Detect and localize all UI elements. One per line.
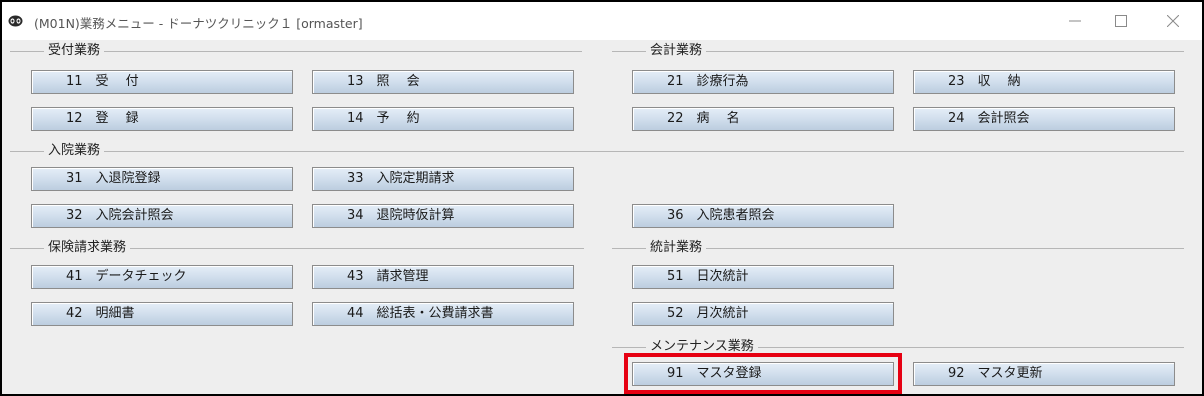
button-34-discharge-estimate[interactable]: 34 退院時仮計算	[312, 204, 574, 228]
button-32-inpatient-accounting[interactable]: 32 入院会計照会	[31, 204, 293, 228]
highlight-box	[624, 353, 902, 394]
inpatient-group-label: 入院業務	[44, 143, 105, 159]
button-23-payment[interactable]: 23 収 納	[913, 70, 1175, 94]
window-title: (M01N)業務メニュー - ドーナツクリニック１ [ormaster]	[34, 16, 363, 31]
button-43-billing-management[interactable]: 43 請求管理	[312, 265, 574, 289]
button-92-master-update[interactable]: 92 マスタ更新	[913, 362, 1175, 386]
minimize-button[interactable]	[1052, 2, 1098, 40]
button-12-registration[interactable]: 12 登 録	[31, 107, 293, 131]
button-42-statement[interactable]: 42 明細書	[31, 302, 293, 326]
reception-group-label: 受付業務	[44, 43, 105, 59]
button-44-summary-public-billing[interactable]: 44 総括表・公費請求書	[312, 302, 574, 326]
button-33-periodic-billing[interactable]: 33 入院定期請求	[312, 167, 574, 191]
button-13-inquiry[interactable]: 13 照 会	[312, 70, 574, 94]
close-icon	[1167, 15, 1179, 27]
close-button[interactable]	[1150, 2, 1196, 40]
button-31-admission-discharge[interactable]: 31 入退院登録	[31, 167, 293, 191]
button-21-medical-treatment[interactable]: 21 診療行為	[632, 70, 894, 94]
inpatient-group-line	[10, 151, 1184, 152]
button-51-daily-statistics[interactable]: 51 日次統計	[632, 265, 894, 289]
minimize-icon	[1069, 20, 1081, 22]
accounting-group-label: 会計業務	[646, 43, 707, 59]
business-menu-window: (M01N)業務メニュー - ドーナツクリニック１ [ormaster] 受付業…	[0, 0, 1204, 396]
button-41-data-check[interactable]: 41 データチェック	[31, 265, 293, 289]
maximize-button[interactable]	[1098, 2, 1144, 40]
button-22-disease-name[interactable]: 22 病 名	[632, 107, 894, 131]
button-36-inpatient-inquiry[interactable]: 36 入院患者照会	[632, 204, 894, 228]
title-bar[interactable]: (M01N)業務メニュー - ドーナツクリニック１ [ormaster]	[2, 2, 1202, 40]
menu-content: 受付業務 会計業務 11 受 付 13 照 会 21 診療行為 23 収 納 1…	[2, 40, 1202, 394]
button-14-appointment[interactable]: 14 予 約	[312, 107, 574, 131]
insurance-group-label: 保険請求業務	[44, 240, 131, 256]
button-52-monthly-statistics[interactable]: 52 月次統計	[632, 302, 894, 326]
orca-app-icon	[8, 15, 23, 27]
maximize-icon	[1115, 15, 1127, 27]
statistics-group-label: 統計業務	[646, 240, 707, 256]
button-24-accounting-inquiry[interactable]: 24 会計照会	[913, 107, 1175, 131]
button-11-reception[interactable]: 11 受 付	[31, 70, 293, 94]
